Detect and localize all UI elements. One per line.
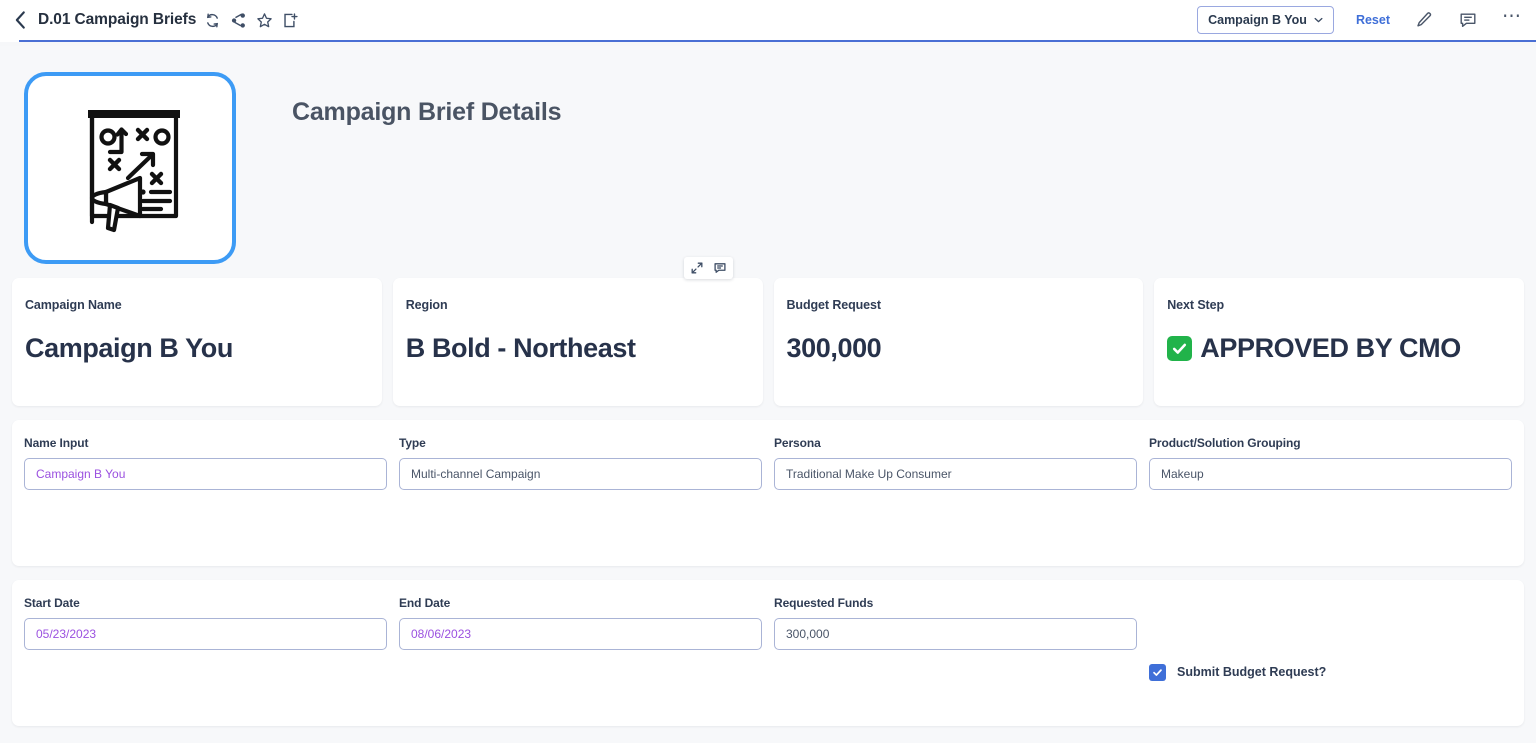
record-selector-label: Campaign B You xyxy=(1208,13,1307,27)
kpi-value: B Bold - Northeast xyxy=(405,333,636,363)
field-label: Name Input xyxy=(24,436,89,450)
star-icon[interactable] xyxy=(256,12,273,29)
field-product-solution-grouping: Product/Solution Grouping Makeup xyxy=(1149,436,1512,566)
white-check-mark-icon xyxy=(1167,336,1193,361)
kpi-label: Region xyxy=(405,298,448,312)
kpi-card-row: Campaign Name Campaign B You Region B Bo… xyxy=(0,257,1536,406)
page-body: Campaign Brief Details Campaign Name Cam… xyxy=(0,46,1536,743)
end-date-input[interactable]: 08/06/2023 xyxy=(399,618,762,650)
add-to-collection-icon[interactable] xyxy=(282,12,299,29)
field-submit-budget-request: Submit Budget Request? xyxy=(1149,596,1512,726)
field-label: Requested Funds xyxy=(774,596,874,610)
app-header: D.01 Campaign Briefs Campaign B You Rese… xyxy=(0,0,1536,40)
field-label: Product/Solution Grouping xyxy=(1149,436,1301,450)
kpi-card-next-step[interactable]: Next Step APPROVED BY CMO xyxy=(1154,278,1524,406)
reset-button[interactable]: Reset xyxy=(1356,13,1390,27)
field-label: Persona xyxy=(774,436,821,450)
refresh-icon[interactable] xyxy=(204,12,221,29)
kpi-label: Campaign Name xyxy=(25,298,122,312)
title-icon-group xyxy=(204,12,299,29)
kpi-card-campaign-name[interactable]: Campaign Name Campaign B You xyxy=(12,278,382,406)
chevron-down-icon xyxy=(1314,17,1323,23)
hero-section: Campaign Brief Details xyxy=(0,46,1536,278)
field-persona: Persona Traditional Make Up Consumer xyxy=(774,436,1137,566)
kpi-value: 300,000 xyxy=(786,333,882,363)
field-label: Type xyxy=(399,436,426,450)
kpi-label: Next Step xyxy=(1167,298,1225,312)
submit-budget-request-checkbox[interactable] xyxy=(1149,663,1166,681)
kpi-value: APPROVED BY CMO xyxy=(1200,333,1461,363)
card-hover-toolbar xyxy=(683,257,733,279)
page-title: D.01 Campaign Briefs xyxy=(38,11,197,28)
name-input[interactable]: Campaign B You xyxy=(24,458,387,490)
product-solution-grouping-input[interactable]: Makeup xyxy=(1149,458,1512,490)
field-name-input: Name Input Campaign B You xyxy=(24,436,387,566)
record-selector-dropdown[interactable]: Campaign B You xyxy=(1197,6,1334,34)
comment-icon[interactable] xyxy=(713,261,727,275)
kpi-label: Budget Request xyxy=(786,298,882,312)
kpi-card-region[interactable]: Region B Bold - Northeast xyxy=(392,257,763,406)
checkbox-label: Submit Budget Request? xyxy=(1177,665,1327,679)
chevron-left-icon xyxy=(15,11,25,29)
kpi-value-wrap: APPROVED BY CMO xyxy=(1167,333,1524,364)
check-icon xyxy=(1153,668,1162,676)
type-input[interactable]: Multi-channel Campaign xyxy=(399,458,762,490)
field-start-date: Start Date 05/23/2023 xyxy=(24,596,387,726)
persona-input[interactable]: Traditional Make Up Consumer xyxy=(774,458,1137,490)
field-label: Start Date xyxy=(24,596,80,610)
share-icon[interactable] xyxy=(230,12,247,29)
comment-icon[interactable] xyxy=(1458,10,1478,30)
field-type: Type Multi-channel Campaign xyxy=(399,436,762,566)
more-options-button[interactable]: ⋯ xyxy=(1502,7,1522,29)
form-panel-dates-funds: Start Date 05/23/2023 End Date 08/06/202… xyxy=(12,580,1524,726)
requested-funds-input[interactable]: 300,000 xyxy=(774,618,1137,650)
form-panel-details: Name Input Campaign B You Type Multi-cha… xyxy=(12,420,1524,566)
start-date-input[interactable]: 05/23/2023 xyxy=(24,618,387,650)
pencil-icon[interactable] xyxy=(1414,10,1434,30)
campaign-flipchart-megaphone-icon xyxy=(24,72,236,264)
hero-title: Campaign Brief Details xyxy=(292,98,562,126)
kpi-value: Campaign B You xyxy=(25,333,233,363)
field-label: End Date xyxy=(399,596,451,610)
field-requested-funds: Requested Funds 300,000 xyxy=(774,596,1137,726)
back-button[interactable] xyxy=(10,9,32,31)
kpi-card-budget-request[interactable]: Budget Request 300,000 xyxy=(773,278,1144,406)
field-end-date: End Date 08/06/2023 xyxy=(399,596,762,726)
header-actions: Campaign B You Reset ⋯ xyxy=(1197,6,1522,34)
expand-icon[interactable] xyxy=(690,261,704,275)
